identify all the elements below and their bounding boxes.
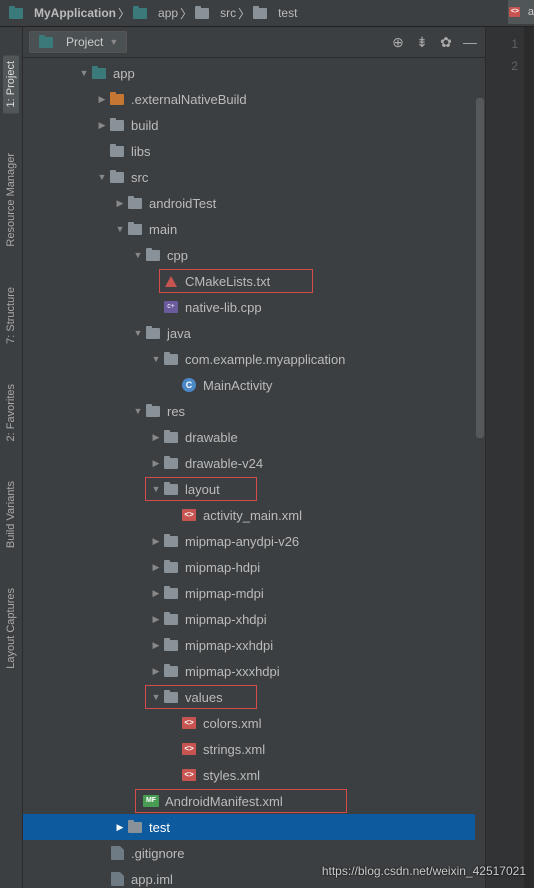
minimize-icon[interactable]: — [461,33,479,51]
editor-tab[interactable]: <> a [508,0,534,24]
editor-gutter: 1 2 [486,27,525,888]
gear-icon[interactable]: ✿ [437,33,455,51]
chevron-down-icon: ▼ [109,37,118,47]
tree-node-build[interactable]: build [23,112,485,138]
crumb-src[interactable]: src [192,6,238,20]
module-icon [132,6,148,20]
project-icon [8,6,24,20]
folder-icon [194,6,210,20]
tool-structure[interactable]: 7: Structure [5,287,17,344]
crumb-project[interactable]: MyApplication [6,6,118,20]
tree-node-java[interactable]: java [23,320,485,346]
tree-node-test[interactable]: test [23,814,485,840]
project-view-selector[interactable]: Project ▼ [29,31,127,53]
cmake-icon [163,274,179,288]
tool-layout-captures[interactable]: Layout Captures [5,588,17,669]
watermark: https://blog.csdn.net/weixin_42517021 [322,864,526,878]
tree-node-manifest[interactable]: MFAndroidManifest.xml [23,788,485,814]
tree-node-mipmap-hdpi[interactable]: mipmap-hdpi [23,554,485,580]
breadcrumb-bar: MyApplication 〉 app 〉 src 〉 test [0,0,534,27]
tree-node-stringsxml[interactable]: <>strings.xml [23,736,485,762]
tool-strip-left: 1: Project Resource Manager 7: Structure… [0,27,23,888]
crumb-label: app [158,6,178,20]
tree-node-drawablev24[interactable]: drawable-v24 [23,450,485,476]
project-tree[interactable]: app .externalNativeBuild build libs src … [23,58,485,888]
editor-tab-label: a [528,6,534,18]
tree-node-app[interactable]: app [23,60,485,86]
tree-node-activitymain[interactable]: <>activity_main.xml [23,502,485,528]
tree-node-androidtest[interactable]: androidTest [23,190,485,216]
tree-node-main[interactable]: main [23,216,485,242]
tool-favorites[interactable]: 2: Favorites [5,384,17,441]
xml-icon: <> [181,716,197,730]
tree-node-layout[interactable]: layout [23,476,485,502]
tree-node-mipmap-xxxhdpi[interactable]: mipmap-xxxhdpi [23,658,485,684]
tree-node-cpp[interactable]: cpp [23,242,485,268]
class-icon: C [181,378,197,392]
project-panel: Project ▼ ⊕ ⇟ ✿ — app .externalNativeBui… [23,27,486,888]
crumb-app[interactable]: app [130,6,180,20]
crumb-label: MyApplication [34,6,116,20]
xml-icon: <> [181,508,197,522]
tree-node-gitignore[interactable]: .gitignore [23,840,485,866]
line-number: 2 [486,55,518,77]
file-icon [109,872,125,886]
tool-build-variants[interactable]: Build Variants [5,481,17,548]
xml-icon: <> [508,5,522,19]
crumb-test[interactable]: test [250,6,299,20]
tree-node-nativelib[interactable]: c+native-lib.cpp [23,294,485,320]
folder-icon [252,6,268,20]
file-icon [109,846,125,860]
tree-node-drawable[interactable]: drawable [23,424,485,450]
tree-node-mipmap-xhdpi[interactable]: mipmap-xhdpi [23,606,485,632]
tree-scrollbar[interactable] [475,58,485,888]
editor-area: <> a 1 2 [486,27,534,888]
crumb-label: src [220,6,236,20]
tree-node-mainactivity[interactable]: CMainActivity [23,372,485,398]
project-view-label: Project [66,35,103,49]
tree-node-mipmap-xxhdpi[interactable]: mipmap-xxhdpi [23,632,485,658]
tree-node-res[interactable]: res [23,398,485,424]
collapse-icon[interactable]: ⇟ [413,33,431,51]
manifest-icon: MF [143,794,159,808]
target-icon[interactable]: ⊕ [389,33,407,51]
xml-icon: <> [181,768,197,782]
panel-header: Project ▼ ⊕ ⇟ ✿ — [23,27,485,58]
tree-node-extnative[interactable]: .externalNativeBuild [23,86,485,112]
tree-node-src[interactable]: src [23,164,485,190]
tree-node-values[interactable]: values [23,684,485,710]
project-view-icon [38,35,54,49]
line-number: 1 [486,33,518,55]
tree-node-colorsxml[interactable]: <>colors.xml [23,710,485,736]
tree-node-stylesxml[interactable]: <>styles.xml [23,762,485,788]
tree-node-mipmap-mdpi[interactable]: mipmap-mdpi [23,580,485,606]
cpp-icon: c+ [163,300,179,314]
tool-resource-manager[interactable]: Resource Manager [5,153,17,247]
crumb-label: test [278,6,297,20]
tree-node-libs[interactable]: libs [23,138,485,164]
tree-node-mipmap-any[interactable]: mipmap-anydpi-v26 [23,528,485,554]
tree-node-cmakelists[interactable]: CMakeLists.txt [23,268,485,294]
tree-node-package[interactable]: com.example.myapplication [23,346,485,372]
xml-icon: <> [181,742,197,756]
tool-project[interactable]: 1: Project [3,55,19,113]
